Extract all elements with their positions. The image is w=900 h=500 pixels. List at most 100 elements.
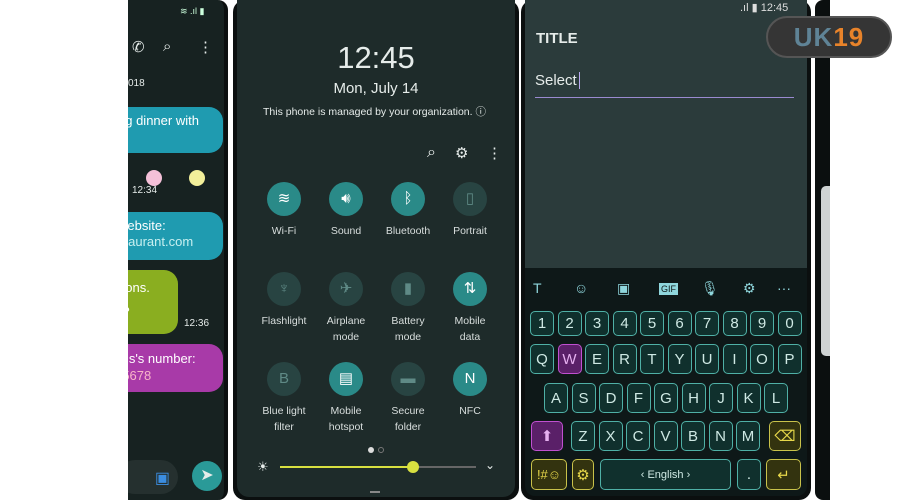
key-3[interactable]: 3: [585, 311, 609, 336]
tile-flashlight[interactable]: ♆ Flashlight: [249, 272, 319, 329]
key-s[interactable]: S: [571, 383, 596, 413]
gif-icon[interactable]: GIF: [659, 283, 678, 295]
tile-label: Flashlight: [261, 315, 307, 327]
backspace-key[interactable]: ⌫: [769, 421, 801, 451]
key-q[interactable]: Q: [530, 344, 554, 374]
date[interactable]: Mon, July 14: [237, 80, 515, 97]
key-r[interactable]: R: [612, 344, 637, 374]
key-2[interactable]: 2: [557, 311, 582, 336]
tile-mobile[interactable]: ▤ Mobile hotspot: [311, 362, 381, 435]
shift-key[interactable]: ⬆: [531, 421, 563, 451]
key-v[interactable]: V: [653, 421, 678, 451]
handle[interactable]: [370, 491, 380, 493]
key-d[interactable]: D: [599, 383, 623, 413]
emoji-icon[interactable]: ☺: [574, 280, 588, 296]
message-text: -5678: [128, 368, 152, 383]
key-9[interactable]: 9: [750, 311, 774, 336]
key-y[interactable]: Y: [667, 344, 692, 374]
key-7[interactable]: 7: [695, 311, 719, 336]
message-bubble[interactable]: pons. r?: [128, 270, 178, 334]
status-bar: .ıl ▮ 12:45: [740, 2, 789, 14]
enter-key[interactable]: ↵: [766, 459, 801, 490]
key-0[interactable]: 0: [777, 311, 802, 336]
page-indicator[interactable]: [378, 447, 384, 453]
key-g[interactable]: G: [654, 383, 678, 413]
more-icon[interactable]: ···: [777, 280, 791, 296]
brightness-icon: ☀: [257, 459, 269, 474]
battery-icon: ▮: [391, 272, 425, 306]
search-icon[interactable]: ⌕: [163, 38, 171, 55]
search-icon[interactable]: ⌕: [427, 144, 436, 162]
settings-icon[interactable]: ⚙: [455, 144, 468, 162]
message-text: ng dinner with: [128, 113, 199, 128]
send-button[interactable]: ➤: [192, 461, 222, 491]
tile-mobile[interactable]: ⇅ Mobile data: [435, 272, 505, 345]
key-u[interactable]: U: [695, 344, 719, 374]
key-6[interactable]: 6: [667, 311, 692, 336]
key-l[interactable]: L: [764, 383, 788, 413]
tile-airplane[interactable]: ✈ Airplane mode: [311, 272, 381, 345]
sticker-icon[interactable]: ▣: [155, 468, 170, 488]
key-5[interactable]: 5: [640, 311, 664, 336]
next-phone-screen: [821, 186, 830, 356]
key-m[interactable]: M: [736, 421, 760, 451]
key-h[interactable]: H: [681, 383, 706, 413]
symbols-key[interactable]: !#☺: [531, 459, 567, 490]
tile-label: Blue light filter: [262, 405, 306, 433]
key-n[interactable]: N: [708, 421, 733, 451]
message-bubble[interactable]: website:staurant.com: [128, 212, 223, 260]
call-icon[interactable]: ✆: [132, 38, 145, 56]
key-w[interactable]: W: [557, 344, 582, 374]
key-1[interactable]: 1: [530, 311, 554, 336]
sticker-icon[interactable]: ▣: [617, 280, 630, 297]
tile-nfc[interactable]: N NFC: [435, 362, 505, 419]
tile-portrait[interactable]: ▯ Portrait: [435, 182, 505, 239]
key-o[interactable]: O: [750, 344, 774, 374]
tile-wi-fi[interactable]: ≋ Wi-Fi: [249, 182, 319, 239]
more-icon[interactable]: ⋮: [198, 38, 213, 56]
brightness-slider[interactable]: [280, 461, 476, 473]
managed-notice[interactable]: This phone is managed by your organizati…: [263, 104, 486, 119]
key-x[interactable]: X: [598, 421, 623, 451]
key-p[interactable]: P: [777, 344, 802, 374]
settings-icon[interactable]: ⚙: [743, 280, 756, 297]
tile-battery[interactable]: ▮ Battery mode: [373, 272, 443, 345]
key-4[interactable]: 4: [612, 311, 637, 336]
flashlight-icon: ♆: [267, 272, 301, 306]
tile-secure[interactable]: ▬ Secure folder: [373, 362, 443, 435]
mic-icon[interactable]: 🎙︎: [701, 280, 719, 297]
key-b[interactable]: B: [681, 421, 705, 451]
key-i[interactable]: I: [722, 344, 747, 374]
more-icon[interactable]: ⋮: [487, 144, 502, 162]
nfc-icon: N: [453, 362, 487, 396]
brightness-thumb[interactable]: [407, 461, 420, 473]
space-key[interactable]: ‹ English ›: [600, 459, 731, 490]
key-j[interactable]: J: [709, 383, 733, 413]
key-e[interactable]: E: [585, 344, 609, 374]
tile-bluetooth[interactable]: ᛒ Bluetooth: [373, 182, 443, 239]
key-f[interactable]: F: [626, 383, 651, 413]
message-link[interactable]: staurant.com: [128, 234, 213, 250]
key-c[interactable]: C: [626, 421, 650, 451]
period-key[interactable]: .: [737, 459, 761, 490]
key-8[interactable]: 8: [722, 311, 747, 336]
message-input[interactable]: ▣: [128, 460, 178, 494]
key-t[interactable]: T: [640, 344, 664, 374]
watermark-logo: UK19: [766, 16, 892, 58]
tile-label: Secure folder: [391, 405, 425, 433]
info-icon[interactable]: ⓘ: [475, 106, 486, 118]
tile-label: Mobile data: [454, 315, 486, 343]
tile-label: Airplane mode: [326, 315, 366, 343]
text-input[interactable]: Select: [535, 72, 794, 98]
expand-chevron-icon[interactable]: ⌄: [485, 458, 495, 472]
key-a[interactable]: A: [544, 383, 568, 413]
key-k[interactable]: K: [736, 383, 761, 413]
keyboard-settings-key[interactable]: ⚙: [572, 459, 594, 490]
message-bubble[interactable]: ms's number: -5678: [128, 344, 223, 392]
message-bubble[interactable]: ng dinner with: [128, 107, 223, 153]
translate-icon[interactable]: T: [533, 280, 542, 296]
tile-blue-light[interactable]: B Blue light filter: [249, 362, 319, 435]
tile-sound[interactable]: 🔊︎ Sound: [311, 182, 381, 239]
tile-label: Battery mode: [391, 315, 425, 343]
key-z[interactable]: Z: [571, 421, 595, 451]
